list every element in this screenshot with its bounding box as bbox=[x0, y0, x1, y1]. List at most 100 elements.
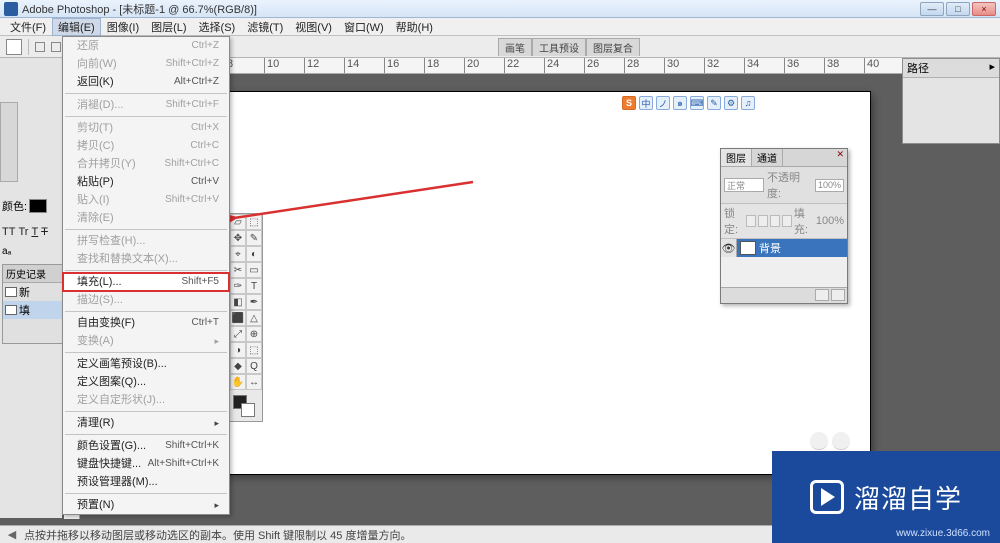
menu-view[interactable]: 视图(V) bbox=[289, 18, 338, 36]
menu-item: 合并拷贝(Y)Shift+Ctrl+C bbox=[63, 155, 229, 173]
delete-layer-icon[interactable] bbox=[831, 289, 845, 301]
lock-transparency-icon[interactable] bbox=[746, 215, 756, 227]
history-row[interactable]: 填 bbox=[3, 301, 63, 319]
panel-close-icon[interactable]: ✕ bbox=[833, 149, 847, 166]
ime-btn-2[interactable]: ノ bbox=[656, 96, 670, 110]
option-checkbox-1[interactable] bbox=[35, 42, 45, 52]
tool-button[interactable]: ◧ bbox=[230, 294, 246, 310]
tool-button[interactable]: Q bbox=[246, 358, 262, 374]
dock-tab-layer-comps[interactable]: 图层复合 bbox=[586, 38, 640, 56]
paths-panel-title[interactable]: 路径 bbox=[907, 60, 929, 76]
menu-item[interactable]: 预置(N) bbox=[63, 496, 229, 514]
tool-button[interactable]: △ bbox=[246, 310, 262, 326]
layer-row[interactable]: 👁 背景 bbox=[721, 239, 847, 257]
menu-window[interactable]: 窗口(W) bbox=[338, 18, 390, 36]
ime-sogou-icon[interactable]: S bbox=[622, 96, 636, 110]
menu-item-shortcut: Alt+Shift+Ctrl+K bbox=[148, 457, 219, 471]
menu-item-label: 预设管理器(M)... bbox=[77, 475, 158, 489]
new-layer-icon[interactable] bbox=[815, 289, 829, 301]
lock-pixels-icon[interactable] bbox=[758, 215, 768, 227]
minimize-button[interactable]: — bbox=[920, 2, 944, 16]
dock-tab-tool-presets[interactable]: 工具预设 bbox=[532, 38, 586, 56]
tool-button[interactable]: ✒ bbox=[246, 294, 262, 310]
tool-button[interactable]: ✑ bbox=[230, 278, 246, 294]
ime-settings-icon[interactable]: ⚙ bbox=[724, 96, 738, 110]
menu-item[interactable]: 填充(L)...Shift+F5 bbox=[63, 273, 229, 291]
menu-item[interactable]: 颜色设置(G)...Shift+Ctrl+K bbox=[63, 437, 229, 455]
tool-button[interactable]: ✎ bbox=[246, 230, 262, 246]
color-swatch-fg[interactable] bbox=[29, 199, 47, 213]
color-swatches[interactable] bbox=[230, 393, 262, 421]
lock-position-icon[interactable] bbox=[770, 215, 780, 227]
maximize-button[interactable]: □ bbox=[946, 2, 970, 16]
menu-layer[interactable]: 图层(L) bbox=[145, 18, 192, 36]
menu-select[interactable]: 选择(S) bbox=[193, 18, 242, 36]
menu-item[interactable]: 返回(K)Alt+Ctrl+Z bbox=[63, 73, 229, 91]
tab-layers[interactable]: 图层 bbox=[721, 149, 752, 166]
tool-button[interactable]: ◑ bbox=[230, 342, 246, 358]
tool-preset-icon[interactable] bbox=[6, 39, 22, 55]
type-bold[interactable]: TT bbox=[2, 226, 15, 238]
ime-btn-7[interactable]: ♫ bbox=[741, 96, 755, 110]
tool-button[interactable]: ⤢ bbox=[230, 326, 246, 342]
blend-mode-select[interactable]: 正常 bbox=[724, 178, 764, 192]
menu-item[interactable]: 清理(R) bbox=[63, 414, 229, 432]
app-logo-icon bbox=[4, 2, 18, 16]
menu-item-label: 清除(E) bbox=[77, 211, 114, 225]
menu-help[interactable]: 帮助(H) bbox=[390, 18, 439, 36]
layer-thumbnail[interactable] bbox=[740, 241, 756, 255]
history-row[interactable]: 新 bbox=[3, 283, 63, 301]
fill-label: 填充: bbox=[794, 205, 814, 237]
menu-file[interactable]: 文件(F) bbox=[4, 18, 52, 36]
tool-button[interactable]: ✂ bbox=[230, 262, 246, 278]
menu-item[interactable]: 自由变换(F)Ctrl+T bbox=[63, 314, 229, 332]
menu-item[interactable]: 预设管理器(M)... bbox=[63, 473, 229, 491]
menu-item[interactable]: 键盘快捷键...Alt+Shift+Ctrl+K bbox=[63, 455, 229, 473]
menu-item[interactable]: 定义图案(Q)... bbox=[63, 373, 229, 391]
menu-edit[interactable]: 编辑(E) bbox=[52, 18, 101, 36]
lock-all-icon[interactable] bbox=[782, 215, 792, 227]
type-italic[interactable]: Tr bbox=[18, 226, 28, 238]
menu-item-label: 粘贴(P) bbox=[77, 175, 114, 189]
ruler-tick: 34 bbox=[744, 58, 784, 74]
menu-item[interactable]: 粘贴(P)Ctrl+V bbox=[63, 173, 229, 191]
fill-input[interactable]: 100% bbox=[816, 215, 844, 227]
ruler-tick: 26 bbox=[584, 58, 624, 74]
ime-btn-3[interactable]: ๑ bbox=[673, 96, 687, 110]
menu-filter[interactable]: 滤镜(T) bbox=[241, 18, 289, 36]
opacity-input[interactable]: 100% bbox=[815, 179, 844, 192]
tool-button[interactable]: T bbox=[246, 278, 262, 294]
background-color[interactable] bbox=[241, 403, 255, 417]
option-checkbox-2[interactable] bbox=[51, 42, 61, 52]
menu-item[interactable]: 定义画笔预设(B)... bbox=[63, 355, 229, 373]
type-underline[interactable]: T bbox=[31, 226, 38, 238]
tool-button[interactable]: ✥ bbox=[230, 230, 246, 246]
type-strike[interactable]: T bbox=[41, 226, 48, 238]
layer-name[interactable]: 背景 bbox=[759, 240, 781, 256]
tool-button[interactable]: ▭ bbox=[246, 262, 262, 278]
tool-button[interactable]: ⊕ bbox=[246, 326, 262, 342]
status-prev-icon[interactable]: ◀ bbox=[6, 528, 18, 541]
visibility-eye-icon[interactable]: 👁 bbox=[721, 239, 737, 257]
ime-skin-icon[interactable]: ✎ bbox=[707, 96, 721, 110]
tool-button[interactable]: ⌖ bbox=[230, 246, 246, 262]
type-aa[interactable]: aₐ bbox=[2, 246, 11, 257]
ime-lang-button[interactable]: 中 bbox=[639, 96, 653, 110]
menu-image[interactable]: 图像(I) bbox=[101, 18, 145, 36]
tool-button[interactable]: ⬚ bbox=[246, 342, 262, 358]
panel-menu-icon[interactable]: ▸ bbox=[989, 60, 995, 76]
tool-button[interactable]: ⬛ bbox=[230, 310, 246, 326]
ruler-tick: 32 bbox=[704, 58, 744, 74]
ruler-tick: 30 bbox=[664, 58, 704, 74]
history-tab[interactable]: 历史记录 bbox=[3, 265, 63, 283]
close-button[interactable]: × bbox=[972, 2, 996, 16]
menu-item-label: 清理(R) bbox=[77, 416, 114, 430]
ime-keyboard-icon[interactable]: ⌨ bbox=[690, 96, 704, 110]
window-controls: — □ × bbox=[920, 2, 996, 16]
tool-button[interactable]: ↔ bbox=[246, 374, 262, 390]
tool-button[interactable]: ✋ bbox=[230, 374, 246, 390]
tool-button[interactable]: ◐ bbox=[246, 246, 262, 262]
dock-tab-brushes[interactable]: 画笔 bbox=[498, 38, 532, 56]
tool-button[interactable]: ◆ bbox=[230, 358, 246, 374]
tab-channels[interactable]: 通道 bbox=[752, 149, 783, 166]
